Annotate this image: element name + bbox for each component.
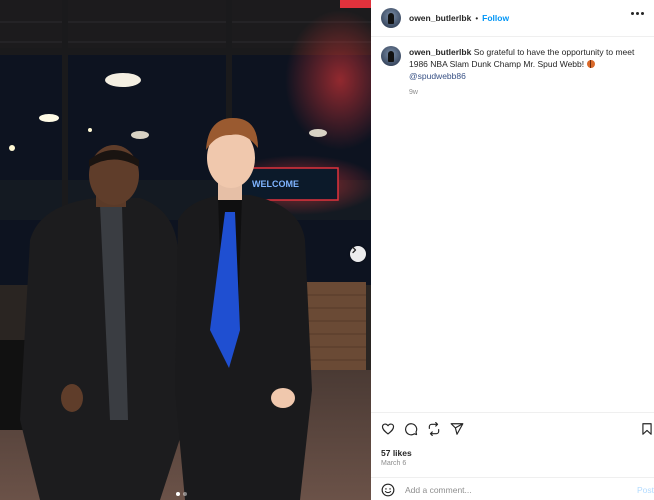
caption-age: 9w [409, 89, 418, 96]
action-icons [381, 422, 464, 436]
caption-mention[interactable]: @spudwebb86 [409, 71, 466, 81]
carousel-dot-1 [176, 492, 180, 496]
post-date: March 6 [381, 460, 407, 467]
comment-bar: Post [371, 477, 654, 500]
likes-count[interactable]: 57 likes [381, 448, 412, 458]
header-username[interactable]: owen_butlerlbk [409, 13, 471, 23]
post-caption: owen_butlerlbk So grateful to have the o… [381, 46, 646, 99]
post-actions: 57 likes March 6 Post [371, 412, 654, 500]
basketball-icon [586, 60, 595, 68]
next-photo-button[interactable] [350, 246, 366, 262]
share-icon[interactable] [427, 422, 441, 436]
caption-username[interactable]: owen_butlerlbk [409, 47, 471, 57]
bookmark-icon[interactable] [640, 422, 654, 436]
chevron-right-icon [352, 246, 357, 254]
header-separator: • [475, 13, 479, 23]
send-icon[interactable] [450, 422, 464, 436]
post-comment-button[interactable]: Post [637, 485, 654, 495]
follow-button[interactable]: Follow [482, 13, 509, 23]
photo-scene: WELCOME [0, 0, 371, 500]
caption-body: owen_butlerlbk So grateful to have the o… [409, 46, 646, 99]
avatar[interactable] [381, 8, 401, 28]
heart-icon[interactable] [381, 422, 395, 436]
emoji-icon[interactable] [381, 483, 395, 497]
carousel-indicator [176, 492, 187, 496]
comment-input[interactable] [405, 484, 625, 495]
comment-icon[interactable] [404, 422, 418, 436]
more-options-icon[interactable] [631, 12, 644, 15]
welcome-sign-text: WELCOME [252, 179, 299, 189]
instagram-post-view: WELCOME owen_butlerlbk • Follow owen_but… [0, 0, 654, 500]
carousel-dot-2 [183, 492, 187, 496]
caption-avatar[interactable] [381, 46, 401, 66]
post-side-panel: owen_butlerlbk • Follow owen_butlerlbk S… [371, 0, 654, 500]
post-photo[interactable]: WELCOME [0, 0, 371, 500]
post-header: owen_butlerlbk • Follow [371, 0, 654, 37]
